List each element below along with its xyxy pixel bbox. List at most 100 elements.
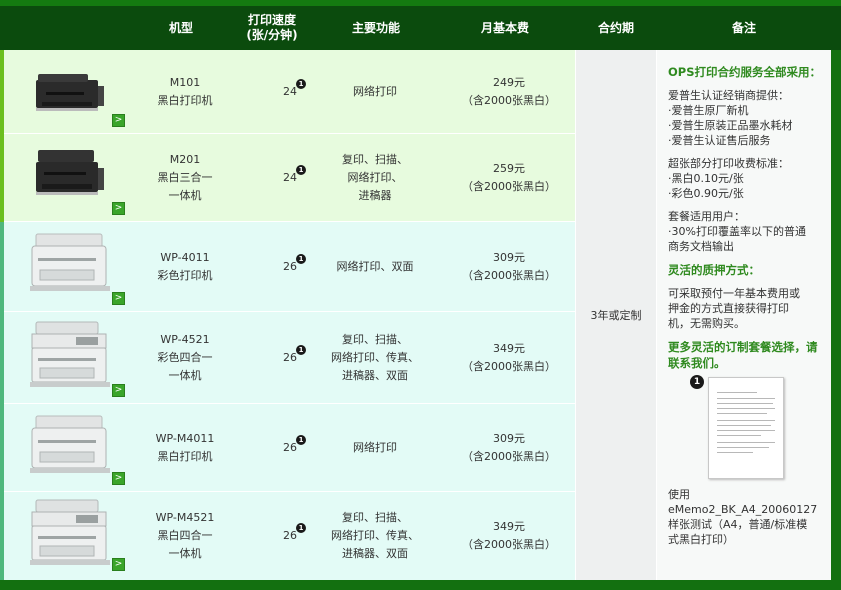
- model-type-line2: 一体机: [168, 369, 202, 382]
- fee-price: 249元: [493, 76, 525, 89]
- function-line: 复印、扫描、: [342, 511, 408, 524]
- notes-title: OPS打印合约服务全部采用：: [668, 65, 821, 79]
- printer-image[interactable]: [28, 320, 112, 392]
- notes-overage-item: ·黑白0.10元/张: [668, 172, 744, 185]
- model-code: WP-M4011: [155, 432, 215, 445]
- function-line: 网络打印: [353, 441, 397, 454]
- speed-value: 26 1: [283, 254, 306, 276]
- header-term: 合约期: [597, 20, 634, 35]
- table-row: > WP-4011 彩色打印机 26 1 网络打印、双面 309元 （含2000…: [4, 222, 575, 312]
- speed-value: 26 1: [283, 435, 306, 457]
- function-line: 网络打印: [353, 85, 397, 98]
- footnote-badge: 1: [296, 345, 306, 355]
- header-fee: 月基本费: [480, 20, 529, 35]
- footnote-badge: 1: [296, 165, 306, 175]
- header-model: 机型: [168, 20, 193, 35]
- printer-image[interactable]: [28, 498, 112, 570]
- notes-users-item: 商务文档输出: [668, 240, 734, 253]
- printer-image[interactable]: [28, 412, 112, 478]
- table-row: > M201 黑白三合一 一体机 24 1 复印、扫描、 网络打印、 进稿器 2…: [4, 134, 575, 222]
- contract-term-value: 3年或定制: [590, 309, 642, 322]
- sample-page-preview: 1: [668, 375, 818, 483]
- caption-line: 使用: [668, 488, 690, 501]
- chevron-right-icon[interactable]: >: [112, 384, 125, 397]
- sample-page-thumbnail[interactable]: [708, 377, 784, 479]
- header-speed: 打印速度 (张/分钟): [232, 6, 312, 50]
- caption-line: 式黑白打印）: [668, 533, 734, 546]
- speed-value: 24 1: [283, 79, 306, 101]
- printer-image[interactable]: [32, 148, 106, 200]
- functions-cell: 复印、扫描、 网络打印、传真、 进稿器、双面: [320, 492, 430, 580]
- fee-price: 259元: [493, 162, 525, 175]
- chevron-right-icon[interactable]: >: [112, 472, 125, 485]
- model-cell: M201 黑白三合一 一体机: [130, 134, 240, 222]
- model-type: 黑白三合一: [157, 171, 213, 184]
- function-line: 进稿器、双面: [342, 547, 408, 560]
- chevron-right-icon[interactable]: >: [112, 292, 125, 305]
- notes-more-link[interactable]: 更多灵活的订制套餐选择，请联系我们。: [668, 339, 823, 371]
- fee-price: 309元: [493, 251, 525, 264]
- model-code: WP-4011: [160, 251, 210, 264]
- speed-number: 26: [283, 351, 297, 364]
- caption-line: 样张测试（A4，普通/标准模: [668, 518, 808, 531]
- model-cell: WP-4521 彩色四合一 一体机: [130, 312, 240, 404]
- footnote-badge: 1: [296, 254, 306, 264]
- model-cell: WP-4011 彩色打印机: [130, 222, 240, 312]
- fee-cell: 349元 （含2000张黑白）: [444, 312, 574, 404]
- notes-users-head: 套餐适用用户：: [668, 210, 745, 223]
- table-row: > WP-M4521 黑白四合一 一体机 26 1 复印、扫描、 网络打印、传真…: [4, 492, 575, 580]
- function-line: 进稿器: [358, 189, 392, 202]
- footnote-badge: 1: [296, 435, 306, 445]
- model-cell: WP-M4011 黑白打印机: [130, 404, 240, 492]
- functions-cell: 网络打印: [320, 404, 430, 492]
- table-row: > WP-M4011 黑白打印机 26 1 网络打印 309元 （含2000张黑…: [4, 404, 575, 492]
- model-type: 彩色打印机: [157, 269, 213, 282]
- function-line: 复印、扫描、: [342, 153, 408, 166]
- model-code: WP-M4521: [155, 511, 215, 524]
- chevron-right-icon[interactable]: >: [112, 202, 125, 215]
- function-line: 复印、扫描、: [342, 333, 408, 346]
- notes-deposit-line: 押金的方式直接获得打印: [668, 302, 789, 315]
- notes-deposit-line: 机，无需购买。: [668, 317, 745, 330]
- notes-overage-item: ·彩色0.90元/张: [668, 187, 744, 200]
- notes-deposit-title: 灵活的质押方式：: [668, 263, 760, 277]
- notes-provider-head: 爱普生认证经销商提供：: [668, 89, 789, 102]
- header-speed-line1: 打印速度: [247, 13, 296, 27]
- table-row: > WP-4521 彩色四合一 一体机 26 1 复印、扫描、 网络打印、传真、…: [4, 312, 575, 404]
- fee-cell: 249元 （含2000张黑白）: [444, 50, 574, 134]
- fee-cell: 309元 （含2000张黑白）: [444, 222, 574, 312]
- function-line: 网络打印、: [347, 171, 403, 184]
- model-type: 彩色四合一: [157, 351, 213, 364]
- notes-users-item: ·30%打印覆盖率以下的普通: [668, 225, 806, 238]
- speed-number: 24: [283, 171, 297, 184]
- chevron-right-icon[interactable]: >: [112, 558, 125, 571]
- header-speed-line2: (张/分钟): [246, 28, 298, 42]
- functions-cell: 网络打印、双面: [320, 222, 430, 312]
- caption-line: eMemo2_BK_A4_20060127: [668, 503, 818, 516]
- fee-cell: 259元 （含2000张黑白）: [444, 134, 574, 222]
- function-line: 进稿器、双面: [342, 369, 408, 382]
- fee-note: （含2000张黑白）: [462, 180, 556, 193]
- function-line: 网络打印、双面: [336, 260, 414, 273]
- notes-provider-item: ·爱普生认证售后服务: [668, 134, 771, 147]
- speed-value: 24 1: [283, 165, 306, 187]
- fee-note: （含2000张黑白）: [462, 450, 556, 463]
- fee-price: 349元: [493, 520, 525, 533]
- speed-value: 26 1: [283, 523, 306, 545]
- model-type: 黑白打印机: [157, 450, 213, 463]
- model-code: M101: [169, 76, 201, 89]
- table-row: > M101 黑白打印机 24 1 网络打印 249元 （含2000张黑白）: [4, 50, 575, 134]
- model-code: M201: [169, 153, 201, 166]
- model-type: 黑白打印机: [157, 94, 213, 107]
- functions-cell: 复印、扫描、 网络打印、传真、 进稿器、双面: [320, 312, 430, 404]
- model-type-line2: 一体机: [168, 189, 202, 202]
- printer-image[interactable]: [28, 230, 112, 296]
- speed-number: 26: [283, 260, 297, 273]
- right-border: [831, 50, 841, 580]
- fee-price: 309元: [493, 432, 525, 445]
- model-cell: M101 黑白打印机: [130, 50, 240, 134]
- chevron-right-icon[interactable]: >: [112, 114, 125, 127]
- fee-note: （含2000张黑白）: [462, 360, 556, 373]
- notes-panel: OPS打印合约服务全部采用： 爱普生认证经销商提供： ·爱普生原厂新机 ·爱普生…: [657, 50, 831, 580]
- printer-image[interactable]: [32, 72, 106, 114]
